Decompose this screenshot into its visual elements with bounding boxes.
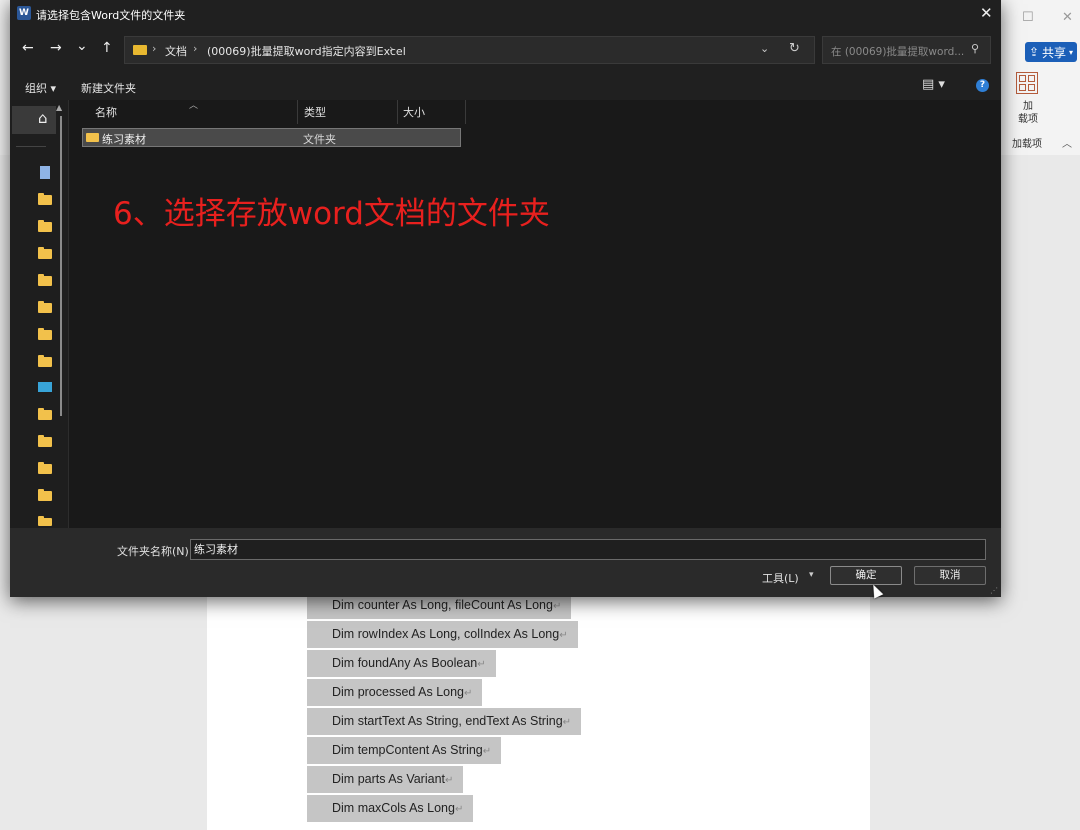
breadcrumb-project-folder[interactable]: (00069)批量提取word指定内容到Excel xyxy=(207,43,406,59)
nav-divider xyxy=(16,146,46,147)
help-icon[interactable]: ? xyxy=(976,79,989,92)
folder-icon[interactable] xyxy=(38,220,52,232)
cancel-button[interactable]: 取消 xyxy=(914,566,986,585)
code-line: Dim processed As Long↵ xyxy=(307,679,483,706)
column-header-name[interactable]: 名称 xyxy=(95,104,117,120)
tools-menu[interactable]: 工具(L) xyxy=(762,570,799,586)
refresh-icon[interactable]: ↻ xyxy=(789,41,800,56)
code-line: Dim tempContent As String↵ xyxy=(307,737,502,764)
organize-menu[interactable]: 组织 ▾ xyxy=(25,80,56,96)
close-window-icon[interactable]: ✕ xyxy=(1062,10,1073,25)
close-icon[interactable]: ✕ xyxy=(980,4,993,22)
search-box[interactable]: 在 (00069)批量提取word... ⚲ xyxy=(822,36,991,64)
chevron-right-icon: › xyxy=(389,42,394,55)
command-bar: 组织 ▾ 新建文件夹 ▤ ▾ ? xyxy=(10,72,1001,100)
word-ribbon-right: ☐ ✕ xyxy=(1000,0,1080,155)
share-icon: ⇪ xyxy=(1028,45,1040,59)
navigation-bar: ← → ⌄ ↑ › 文档 › (00069)批量提取word指定内容到Excel… xyxy=(10,28,1001,72)
share-label: 共享 xyxy=(1042,45,1067,60)
column-divider[interactable] xyxy=(297,100,298,124)
code-line: Dim rowIndex As Long, colIndex As Long↵ xyxy=(307,621,578,648)
addins-group-label: 加载项 xyxy=(1012,139,1042,150)
share-button[interactable]: ⇪ 共享 ▾ xyxy=(1025,42,1077,62)
file-list: ︿ 名称 类型 大小 练习素材 文件夹 6、选择存放word文档的文件夹 xyxy=(69,100,1001,528)
folder-icon[interactable] xyxy=(38,274,52,286)
chevron-down-icon[interactable]: ▾ xyxy=(809,570,814,580)
collapse-ribbon-icon[interactable]: ︿ xyxy=(1062,135,1072,150)
dialog-titlebar: W 请选择包含Word文件的文件夹 ✕ xyxy=(10,0,1001,28)
scroll-up-arrow[interactable]: ▲ xyxy=(56,103,62,112)
resize-grip-icon[interactable]: ⋰ xyxy=(990,586,998,595)
folder-icon xyxy=(86,133,99,142)
sort-ascending-icon: ︿ xyxy=(189,101,199,111)
dialog-title: 请选择包含Word文件的文件夹 xyxy=(36,9,186,22)
view-options-icon[interactable]: ▤ ▾ xyxy=(922,77,945,92)
folder-icon[interactable] xyxy=(38,247,52,259)
document-icon[interactable] xyxy=(40,166,50,179)
navigation-pane: ⌂ ▲ xyxy=(10,100,68,528)
chevron-right-icon: › xyxy=(193,42,198,55)
folder-icon xyxy=(133,45,147,55)
folder-name-label: 文件夹名称(N): xyxy=(117,545,193,558)
tutorial-annotation: 6、选择存放word文档的文件夹 xyxy=(113,196,550,232)
search-placeholder: 在 (00069)批量提取word... xyxy=(831,46,965,58)
file-row[interactable]: 练习素材 文件夹 xyxy=(82,128,461,147)
folder-name-input[interactable]: 练习素材 xyxy=(190,539,986,560)
code-line: Dim startText As String, endText As Stri… xyxy=(307,708,582,735)
folder-icon[interactable] xyxy=(38,489,52,501)
up-button[interactable]: ↑ xyxy=(101,40,113,56)
file-row-type: 文件夹 xyxy=(303,133,336,146)
column-header-size[interactable]: 大小 xyxy=(403,104,425,120)
folder-icon[interactable] xyxy=(38,462,52,474)
home-icon[interactable]: ⌂ xyxy=(38,109,48,127)
folder-icon[interactable] xyxy=(38,355,52,367)
chevron-down-icon: ▾ xyxy=(1069,47,1074,57)
code-line: Dim foundAny As Boolean↵ xyxy=(307,650,496,677)
maximize-icon[interactable]: ☐ xyxy=(1022,10,1034,25)
word-logo-icon: W xyxy=(17,6,31,20)
nav-scrollbar[interactable] xyxy=(60,116,62,416)
addins-button-label[interactable]: 加 载项 xyxy=(1014,100,1042,126)
folder-icon[interactable] xyxy=(38,408,52,420)
code-line: Dim maxCols As Long↵ xyxy=(307,795,474,822)
column-divider[interactable] xyxy=(397,100,398,124)
dialog-footer: 文件夹名称(N): 练习素材 工具(L) ▾ 确定 取消 ⋰ xyxy=(10,528,1001,597)
folder-icon[interactable] xyxy=(38,516,52,526)
address-bar[interactable]: › 文档 › (00069)批量提取word指定内容到Excel › ⌄ ↻ xyxy=(124,36,815,64)
breadcrumb-documents[interactable]: 文档 xyxy=(165,43,187,59)
folder-icon[interactable] xyxy=(38,435,52,447)
chevron-down-icon[interactable]: ⌄ xyxy=(760,42,769,55)
this-pc-icon[interactable] xyxy=(38,382,52,392)
column-divider[interactable] xyxy=(465,100,466,124)
new-folder-button[interactable]: 新建文件夹 xyxy=(81,80,136,96)
home-item-highlight[interactable] xyxy=(12,106,56,134)
folder-picker-dialog: W 请选择包含Word文件的文件夹 ✕ ← → ⌄ ↑ › 文档 › (0006… xyxy=(10,0,1001,597)
back-button[interactable]: ← xyxy=(22,40,34,56)
file-row-name: 练习素材 xyxy=(102,133,146,146)
chevron-right-icon: › xyxy=(152,42,157,55)
ok-button[interactable]: 确定 xyxy=(830,566,902,585)
search-icon: ⚲ xyxy=(971,42,980,55)
code-line: Dim parts As Variant↵ xyxy=(307,766,464,793)
recent-locations-button[interactable]: ⌄ xyxy=(76,38,88,54)
addins-icon[interactable] xyxy=(1016,72,1038,94)
folder-icon[interactable] xyxy=(38,328,52,340)
column-header-type[interactable]: 类型 xyxy=(304,104,326,120)
forward-button[interactable]: → xyxy=(50,40,62,56)
folder-icon[interactable] xyxy=(38,193,52,205)
folder-icon[interactable] xyxy=(38,301,52,313)
